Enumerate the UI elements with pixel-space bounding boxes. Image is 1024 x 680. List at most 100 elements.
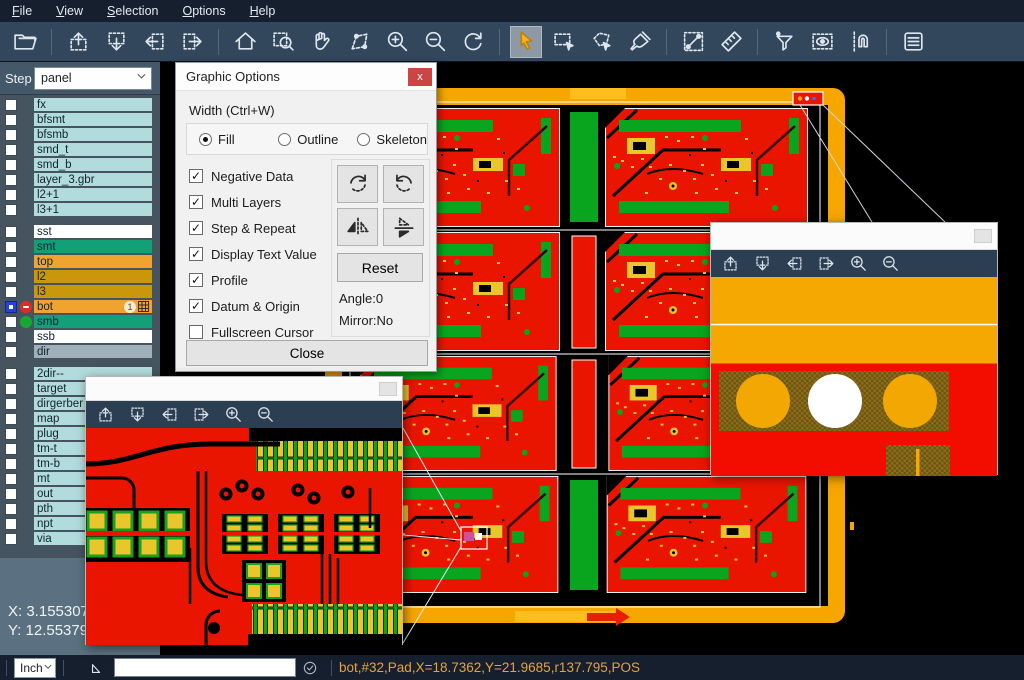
tool-filter[interactable] [768,26,800,58]
tool-measure-polygon[interactable] [343,26,375,58]
layer-name[interactable]: l3 [34,285,152,298]
layer-visibility-checkbox[interactable] [5,458,17,470]
magnified-pcb-detail[interactable] [86,428,402,645]
layer-row-smd_t[interactable]: smd_t [0,143,160,156]
grid-table-icon[interactable] [138,301,149,312]
layer-row-smd_b[interactable]: smd_b [0,158,160,171]
menu-file[interactable]: File [0,0,44,22]
tool-view-options[interactable] [806,26,838,58]
magnifier-window-button[interactable] [379,382,397,396]
layer-row-l3+1[interactable]: l3+1 [0,203,160,216]
flip-vertical-button[interactable] [383,208,424,246]
sync-check-icon[interactable] [302,660,318,676]
checkbox-box[interactable]: ✓ [189,247,203,261]
tool-snap-magnet[interactable] [844,26,876,58]
tool-layer-panel[interactable] [897,26,929,58]
layer-row-bfsmb[interactable]: bfsmb [0,128,160,141]
layer-visibility-checkbox[interactable] [5,226,17,238]
tool-select-polygon[interactable] [586,26,618,58]
layer-visibility-checkbox[interactable] [5,256,17,268]
magnifier-title-bar[interactable] [86,377,402,401]
tool-pan-right[interactable] [176,26,208,58]
checkbox-box[interactable] [189,325,203,339]
layer-visibility-checkbox[interactable] [5,114,17,126]
layer-visibility-checkbox[interactable] [5,473,17,485]
layer-visibility-checkbox[interactable] [5,189,17,201]
layer-visibility-checkbox[interactable] [5,301,17,313]
layer-visibility-checkbox[interactable] [5,316,17,328]
layer-row-l2+1[interactable]: l2+1 [0,188,160,201]
checkbox-profile[interactable]: ✓Profile [189,267,317,293]
magnifier-window-right[interactable] [710,222,998,475]
layer-visibility-checkbox[interactable] [5,144,17,156]
layer-row-smt[interactable]: smt [0,240,160,253]
checkbox-datum-origin[interactable]: ✓Datum & Origin [189,293,317,319]
layer-name[interactable]: dir [34,345,152,358]
tool-pan-down[interactable] [100,26,132,58]
layer-visibility-checkbox[interactable] [5,159,17,171]
tool-open-folder[interactable] [9,26,41,58]
layer-visibility-checkbox[interactable] [5,533,17,545]
magnifier-tool-zoom-out[interactable] [877,252,903,276]
layer-visibility-checkbox[interactable] [5,346,17,358]
magnifier-tool-pan-left[interactable] [781,252,807,276]
radio-fill[interactable]: Fill [199,132,266,147]
tool-zoom-in[interactable] [381,26,413,58]
tool-select-cursor[interactable] [510,26,542,58]
checkbox-step-repeat[interactable]: ✓Step & Repeat [189,215,317,241]
flip-horizontal-button[interactable] [337,208,378,246]
radio-circle[interactable] [278,133,291,146]
layer-visibility-checkbox[interactable] [5,286,17,298]
layer-row-smb[interactable]: smb [0,315,160,328]
magnifier-window-bottom-left[interactable] [85,376,403,645]
layer-row-top[interactable]: top [0,255,160,268]
checkbox-box[interactable]: ✓ [189,169,203,183]
magnifier-tool-pan-left[interactable] [156,403,182,427]
magnifier-tool-pan-up[interactable] [717,252,743,276]
layer-name[interactable]: ssb [34,330,152,343]
menu-view[interactable]: View [44,0,95,22]
command-input[interactable] [114,658,296,677]
tool-ruler[interactable] [715,26,747,58]
radio-circle[interactable] [357,133,370,146]
tool-select-rectangle[interactable] [548,26,580,58]
layer-name[interactable]: smd_t [34,143,152,156]
menu-selection[interactable]: Selection [95,0,170,22]
layer-name[interactable]: layer_3.gbr [34,173,152,186]
tool-home[interactable] [229,26,261,58]
unit-select[interactable]: Inch [14,658,56,678]
magnifier-window-button[interactable] [974,229,992,243]
radio-circle[interactable] [199,133,212,146]
checkbox-negative-data[interactable]: ✓Negative Data [189,163,317,189]
layer-visibility-checkbox[interactable] [5,488,17,500]
layer-visibility-checkbox[interactable] [5,428,17,440]
checkbox-display-text-value[interactable]: ✓Display Text Value [189,241,317,267]
checkbox-box[interactable]: ✓ [189,299,203,313]
magnifier-tool-pan-right[interactable] [188,403,214,427]
checkbox-box[interactable]: ✓ [189,195,203,209]
layer-name[interactable]: smd_b [34,158,152,171]
rotate-ccw-button[interactable] [383,165,424,203]
close-icon[interactable]: x [408,68,432,86]
magnified-pcb-detail[interactable] [711,277,997,476]
tool-pan-left[interactable] [138,26,170,58]
radio-skeleton[interactable]: Skeleton [357,132,427,147]
tool-zoom-out[interactable] [419,26,451,58]
layer-name[interactable]: l2 [34,270,152,283]
layer-name[interactable]: l3+1 [34,203,152,216]
layer-visibility-checkbox[interactable] [5,99,17,111]
layer-visibility-checkbox[interactable] [5,174,17,186]
layer-row-bfsmt[interactable]: bfsmt [0,113,160,126]
layer-name[interactable]: top [34,255,152,268]
step-select[interactable]: panel [34,67,152,90]
tool-pan-up[interactable] [62,26,94,58]
menu-help[interactable]: Help [238,0,288,22]
layer-visibility-checkbox[interactable] [5,241,17,253]
layer-visibility-checkbox[interactable] [5,129,17,141]
layer-row-l3[interactable]: l3 [0,285,160,298]
magnifier-tool-zoom-in[interactable] [220,403,246,427]
layer-visibility-checkbox[interactable] [5,204,17,216]
layer-visibility-checkbox[interactable] [5,398,17,410]
layer-row-ssb[interactable]: ssb [0,330,160,343]
layer-row-fx[interactable]: fx [0,98,160,111]
